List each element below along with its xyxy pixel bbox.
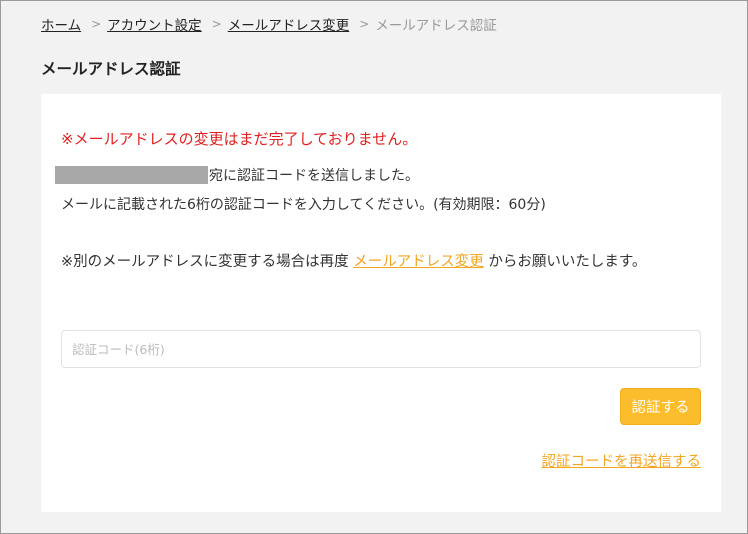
breadcrumb: ホーム > アカウント設定 > メールアドレス変更 > メールアドレス認証 bbox=[41, 14, 497, 34]
note-suffix: からお願いいたします。 bbox=[488, 254, 647, 270]
breadcrumb-separator: > bbox=[211, 17, 222, 31]
breadcrumb-email-change-link[interactable]: メールアドレス変更 bbox=[228, 14, 350, 34]
resend-code-link[interactable]: 認証コードを再送信する bbox=[542, 450, 702, 471]
code-sent-text: 宛に認証コードを送信しました。 bbox=[209, 168, 419, 184]
code-sent-message: 宛に認証コードを送信しました。 bbox=[55, 165, 419, 185]
email-change-link[interactable]: メールアドレス変更 bbox=[353, 254, 484, 270]
breadcrumb-home-link[interactable]: ホーム bbox=[41, 14, 81, 34]
breadcrumb-current: メールアドレス認証 bbox=[375, 18, 497, 34]
incomplete-warning: ※メールアドレスの変更はまだ完了しておりません。 bbox=[61, 130, 418, 148]
verify-button[interactable]: 認証する bbox=[620, 388, 701, 425]
code-instruction: メールに記載された6桁の認証コードを入力してください。(有効期限：60分) bbox=[61, 197, 546, 213]
page-title: メールアドレス認証 bbox=[41, 60, 181, 78]
breadcrumb-account-settings-link[interactable]: アカウント設定 bbox=[107, 14, 202, 34]
verification-code-input[interactable] bbox=[61, 330, 701, 368]
browser-frame: ホーム > アカウント設定 > メールアドレス変更 > メールアドレス認証 メー… bbox=[0, 0, 748, 534]
change-again-note: ※別のメールアドレスに変更する場合は再度 メールアドレス変更 からお願いいたしま… bbox=[61, 249, 701, 276]
breadcrumb-separator: > bbox=[359, 17, 370, 31]
breadcrumb-separator: > bbox=[91, 17, 102, 31]
note-prefix: ※別のメールアドレスに変更する場合は再度 bbox=[61, 254, 349, 270]
masked-email-address bbox=[55, 166, 208, 184]
verification-card: ※メールアドレスの変更はまだ完了しておりません。 宛に認証コードを送信しました。… bbox=[41, 94, 721, 512]
